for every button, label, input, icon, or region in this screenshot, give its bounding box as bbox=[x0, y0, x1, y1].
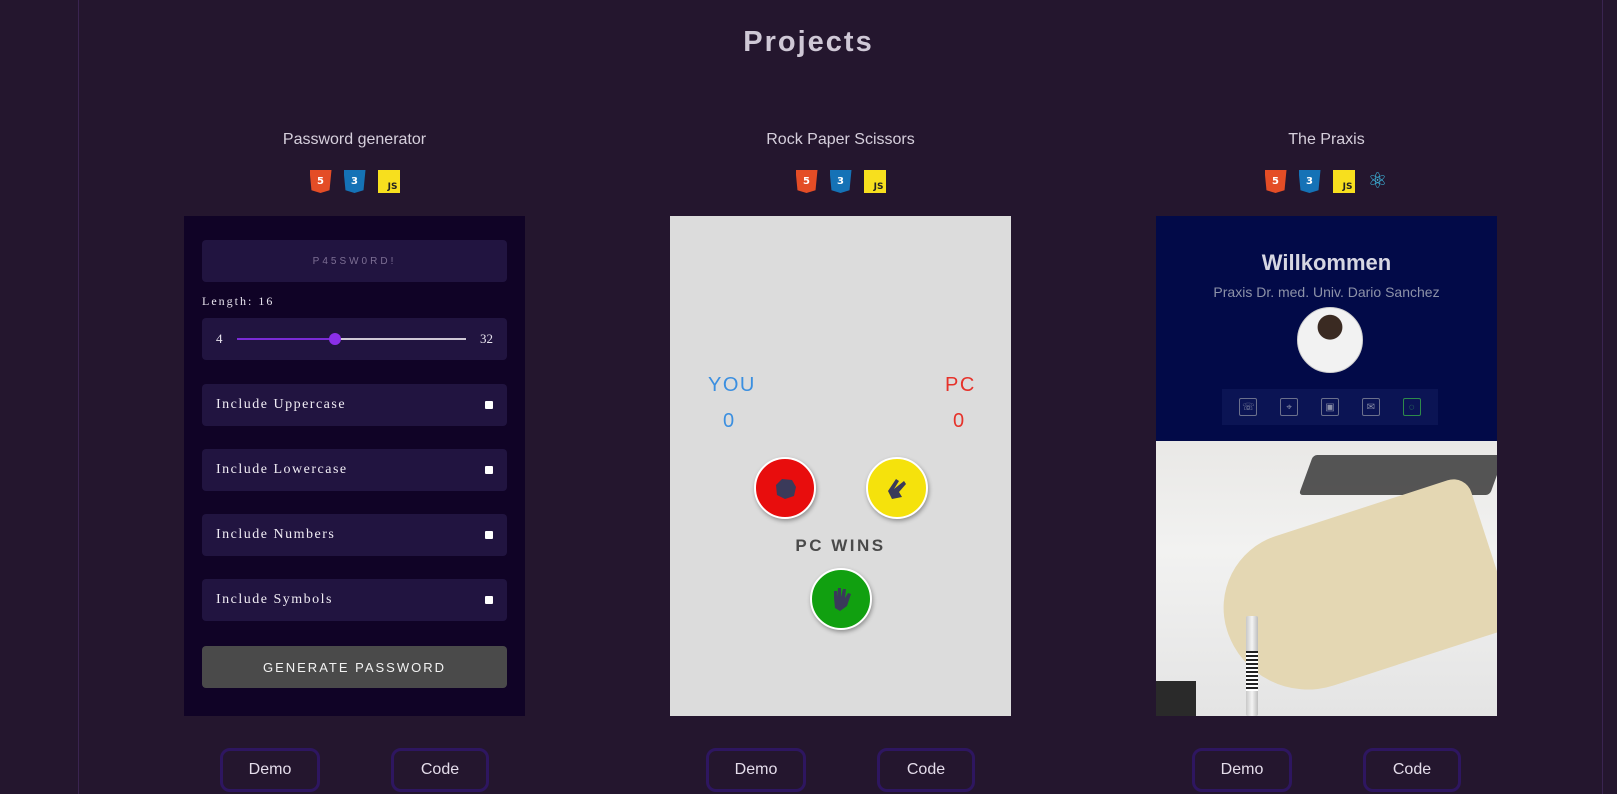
rock-button[interactable] bbox=[754, 457, 816, 519]
html5-icon: 5 bbox=[795, 170, 818, 193]
length-slider-box: 4 32 bbox=[202, 318, 507, 360]
photo-vial-label bbox=[1246, 651, 1258, 691]
password-generator-preview: P45SW0RD! Length: 16 4 32 Include Upperc… bbox=[184, 216, 525, 716]
option-numbers[interactable]: Include Numbers bbox=[202, 514, 507, 556]
demo-button[interactable]: Demo bbox=[1192, 748, 1292, 792]
option-label: Include Lowercase bbox=[216, 462, 348, 477]
option-symbols[interactable]: Include Symbols bbox=[202, 579, 507, 621]
option-label: Include Numbers bbox=[216, 527, 336, 542]
length-slider[interactable] bbox=[236, 333, 466, 345]
code-button[interactable]: Code bbox=[877, 748, 975, 792]
lowercase-checkbox[interactable] bbox=[485, 466, 493, 474]
slider-thumb[interactable] bbox=[328, 333, 341, 345]
demo-button[interactable]: Demo bbox=[220, 748, 320, 792]
slider-max: 32 bbox=[480, 331, 493, 346]
generate-password-button[interactable]: GENERATE PASSWORD bbox=[202, 646, 507, 688]
numbers-checkbox[interactable] bbox=[485, 531, 493, 539]
project-title: The Praxis bbox=[1288, 131, 1365, 148]
react-icon: ⚛ bbox=[1367, 169, 1388, 194]
praxis-subtitle: Praxis Dr. med. Univ. Dario Sanchez bbox=[1213, 284, 1440, 300]
contact-icon-bar: ☏ ⌖ ▣ ✉ ◌ bbox=[1222, 389, 1438, 425]
project-card-the-praxis: The Praxis 5 3 JS ⚛ Willkommen Praxis Dr… bbox=[1156, 0, 1497, 794]
css3-icon: 3 bbox=[1298, 170, 1321, 193]
player-label: YOU bbox=[708, 374, 756, 396]
video-icon[interactable]: ▣ bbox=[1320, 398, 1339, 416]
computer-label: PC bbox=[945, 374, 976, 396]
project-card-rock-paper-scissors: Rock Paper Scissors 5 3 JS YOU PC 0 0 PC… bbox=[670, 0, 1011, 794]
javascript-icon: JS bbox=[863, 170, 886, 193]
length-label: Length: 16 bbox=[202, 294, 275, 308]
code-button[interactable]: Code bbox=[1363, 748, 1461, 792]
rock-paper-scissors-preview: YOU PC 0 0 PC WINS bbox=[670, 216, 1011, 716]
slider-fill bbox=[236, 338, 335, 340]
phone-icon[interactable]: ☏ bbox=[1239, 398, 1258, 416]
praxis-header: Willkommen Praxis Dr. med. Univ. Dario S… bbox=[1156, 216, 1497, 441]
css3-icon: 3 bbox=[829, 170, 852, 193]
option-uppercase[interactable]: Include Uppercase bbox=[202, 384, 507, 426]
mail-icon[interactable]: ✉ bbox=[1361, 398, 1380, 416]
rock-icon bbox=[776, 479, 796, 499]
option-label: Include Symbols bbox=[216, 592, 333, 607]
paper-hand-icon bbox=[834, 588, 851, 611]
location-icon[interactable]: ⌖ bbox=[1280, 398, 1299, 416]
computer-score: 0 bbox=[953, 410, 965, 432]
html5-icon: 5 bbox=[1264, 170, 1287, 193]
result-text: PC WINS bbox=[795, 536, 886, 555]
scissors-icon bbox=[888, 479, 906, 499]
javascript-icon: JS bbox=[1332, 170, 1355, 193]
scissors-button[interactable] bbox=[866, 457, 928, 519]
paper-button[interactable] bbox=[810, 568, 872, 630]
frame-line-right bbox=[1602, 0, 1603, 794]
praxis-heading: Willkommen bbox=[1261, 250, 1392, 275]
player-score: 0 bbox=[723, 410, 735, 432]
tech-stack: 5 3 JS bbox=[670, 170, 1011, 193]
css3-icon: 3 bbox=[343, 170, 366, 193]
project-title: Rock Paper Scissors bbox=[766, 131, 915, 148]
option-lowercase[interactable]: Include Lowercase bbox=[202, 449, 507, 491]
project-card-password-generator: Password generator 5 3 JS P45SW0RD! Leng… bbox=[184, 0, 525, 794]
doctor-avatar bbox=[1297, 307, 1363, 373]
photo-block bbox=[1156, 681, 1196, 716]
html5-icon: 5 bbox=[309, 170, 332, 193]
symbols-checkbox[interactable] bbox=[485, 596, 493, 604]
password-output: P45SW0RD! bbox=[202, 240, 507, 282]
code-button[interactable]: Code bbox=[391, 748, 489, 792]
praxis-preview: Willkommen Praxis Dr. med. Univ. Dario S… bbox=[1156, 216, 1497, 716]
uppercase-checkbox[interactable] bbox=[485, 401, 493, 409]
javascript-icon: JS bbox=[377, 170, 400, 193]
lab-photo bbox=[1156, 441, 1497, 716]
project-title: Password generator bbox=[282, 131, 427, 148]
demo-button[interactable]: Demo bbox=[706, 748, 806, 792]
tech-stack: 5 3 JS bbox=[184, 170, 525, 193]
whatsapp-icon[interactable]: ◌ bbox=[1402, 398, 1421, 416]
tech-stack: 5 3 JS ⚛ bbox=[1156, 169, 1497, 194]
frame-line-left bbox=[78, 0, 79, 794]
slider-min: 4 bbox=[216, 331, 223, 346]
option-label: Include Uppercase bbox=[216, 397, 347, 412]
